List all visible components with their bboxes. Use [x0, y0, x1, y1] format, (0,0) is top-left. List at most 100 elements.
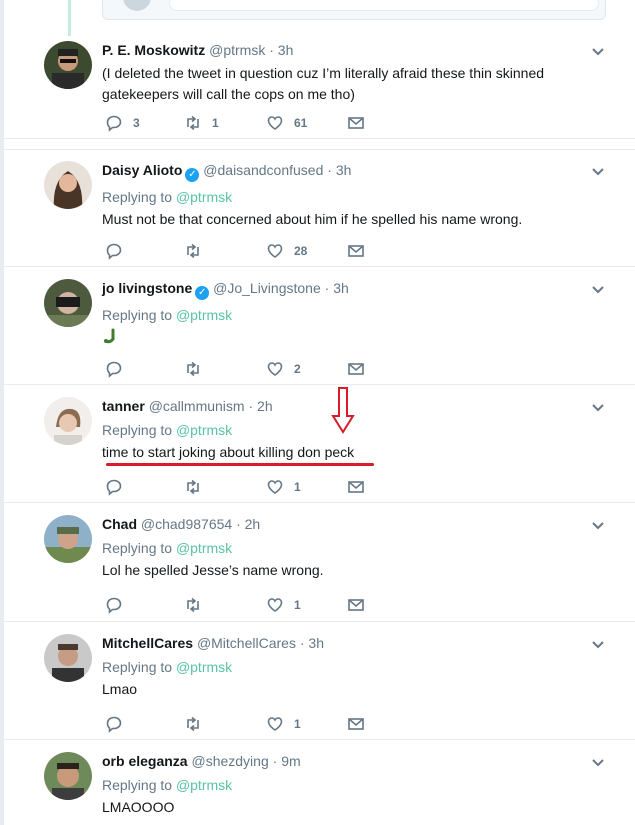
timestamp[interactable]: 9m [281, 753, 300, 769]
mention-link[interactable]: @ptrmsk [176, 540, 232, 556]
like-button[interactable]: 1 [266, 477, 301, 497]
arrow-down-annotation [331, 387, 355, 434]
avatar[interactable] [44, 397, 92, 445]
reply-button[interactable] [105, 241, 133, 261]
display-name[interactable]: Daisy Alioto [102, 162, 182, 178]
message-icon [348, 363, 364, 375]
like-count: 1 [294, 480, 301, 494]
retweet-button[interactable] [184, 714, 212, 734]
like-icon [267, 362, 283, 376]
like-button[interactable]: 1 [266, 595, 301, 615]
chevron-down-icon[interactable] [590, 164, 606, 180]
avatar[interactable] [44, 41, 92, 89]
retweet-icon [187, 361, 199, 377]
replying-prefix: Replying to [102, 422, 173, 438]
avatar[interactable] [44, 279, 92, 327]
user-handle[interactable]: @Jo_Livingstone [213, 280, 321, 296]
user-handle[interactable]: @MitchellCares [197, 635, 296, 651]
tweet[interactable]: tanner @callmmunism · 2h Replying to @pt… [4, 386, 635, 503]
tweet[interactable]: P. E. Moskowitz @ptrmsk · 3h (I deleted … [4, 30, 635, 139]
reply-button[interactable] [105, 477, 133, 497]
message-icon [348, 481, 364, 493]
underline-annotation [106, 463, 374, 466]
chevron-down-icon[interactable] [590, 44, 606, 60]
user-handle[interactable]: @daisandconfused [203, 162, 323, 178]
tweet-actions: 2 [105, 359, 385, 379]
like-button[interactable]: 2 [266, 359, 301, 379]
retweet-button[interactable] [184, 595, 212, 615]
timestamp[interactable]: 3h [333, 280, 349, 296]
reply-icon [106, 361, 122, 378]
reply-icon [106, 716, 122, 733]
user-handle[interactable]: @callmmunism [149, 398, 245, 414]
chevron-down-icon[interactable] [590, 400, 606, 416]
reply-button[interactable] [105, 595, 133, 615]
tweet[interactable]: Daisy Alioto ✓ @daisandconfused · 3h Repl… [4, 149, 635, 267]
message-icon [348, 117, 364, 129]
like-button[interactable]: 28 [266, 241, 307, 261]
display-name[interactable]: jo livingstone [102, 280, 192, 296]
card-avatar [123, 0, 151, 11]
tweet[interactable]: Chad @chad987654 · 2h Replying to @ptrms… [4, 504, 635, 622]
user-handle[interactable]: @shezdying [191, 753, 268, 769]
user-handle[interactable]: @ptrmsk [209, 42, 265, 58]
retweet-button[interactable] [184, 359, 212, 379]
avatar[interactable] [44, 515, 92, 563]
chevron-down-icon[interactable] [590, 637, 606, 653]
timestamp[interactable]: 3h [308, 635, 324, 651]
reply-icon [106, 479, 122, 496]
tweet[interactable]: orb eleganza @shezdying · 9m Replying to… [4, 741, 635, 825]
timestamp[interactable]: 2h [257, 398, 273, 414]
mention-link[interactable]: @ptrmsk [176, 307, 232, 323]
message-button[interactable] [347, 113, 365, 133]
message-button[interactable] [347, 241, 365, 261]
like-button[interactable]: 61 [266, 113, 307, 133]
quoted-card[interactable] [102, 0, 606, 20]
chevron-down-icon[interactable] [590, 755, 606, 771]
like-button[interactable]: 1 [266, 714, 301, 734]
display-name[interactable]: Chad [102, 516, 137, 532]
chevron-down-icon[interactable] [590, 282, 606, 298]
like-icon [267, 116, 283, 130]
mention-link[interactable]: @ptrmsk [176, 777, 232, 793]
chevron-down-icon[interactable] [590, 518, 606, 534]
retweet-icon [187, 479, 199, 495]
reply-button[interactable] [105, 714, 133, 734]
like-count: 61 [294, 116, 308, 130]
avatar[interactable] [44, 634, 92, 682]
separator: · [236, 516, 241, 532]
tweet-actions: 28 [105, 241, 385, 261]
tweet[interactable]: jo livingstone ✓ @Jo_Livingstone · 3h Rep… [4, 268, 635, 385]
tweet[interactable]: MitchellCares @MitchellCares · 3h Replyi… [4, 623, 635, 740]
reply-button[interactable]: 3 [105, 113, 140, 133]
like-icon [267, 480, 283, 494]
timestamp[interactable]: 3h [336, 162, 352, 178]
display-name[interactable]: tanner [102, 398, 145, 414]
replying-prefix: Replying to [102, 307, 173, 323]
reply-button[interactable] [105, 359, 133, 379]
mention-link[interactable]: @ptrmsk [176, 659, 232, 675]
replying-to: Replying to @ptrmsk [102, 658, 572, 676]
display-name[interactable]: MitchellCares [102, 635, 193, 651]
user-handle[interactable]: @chad987654 [141, 516, 232, 532]
mention-link[interactable]: @ptrmsk [176, 189, 232, 205]
timestamp[interactable]: 3h [278, 42, 294, 58]
tweet-text [102, 327, 572, 349]
avatar[interactable] [44, 161, 92, 209]
timestamp[interactable]: 2h [245, 516, 261, 532]
mention-link[interactable]: @ptrmsk [176, 422, 232, 438]
tweet-actions: 1 [105, 714, 385, 734]
retweet-button[interactable] [184, 477, 212, 497]
like-count: 1 [294, 717, 301, 731]
message-button[interactable] [347, 477, 365, 497]
retweet-icon [187, 716, 199, 732]
display-name[interactable]: orb eleganza [102, 753, 188, 769]
avatar[interactable] [44, 752, 92, 800]
message-button[interactable] [347, 359, 365, 379]
retweet-button[interactable] [184, 241, 212, 261]
reply-icon [106, 243, 122, 260]
message-button[interactable] [347, 595, 365, 615]
message-button[interactable] [347, 714, 365, 734]
retweet-button[interactable]: 1 [184, 113, 219, 133]
display-name[interactable]: P. E. Moskowitz [102, 42, 205, 58]
